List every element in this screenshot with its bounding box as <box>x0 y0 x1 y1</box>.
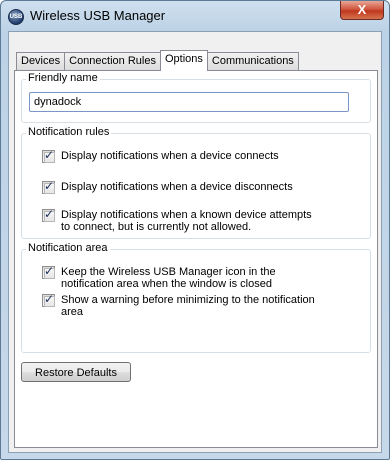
connect-notification-label: Display notifications when a device conn… <box>61 150 279 162</box>
friendly-name-legend: Friendly name <box>26 72 100 84</box>
tab-connection-rules[interactable]: Connection Rules <box>64 52 161 70</box>
disconnect-notification-option[interactable]: ✓ Display notifications when a device di… <box>42 179 293 194</box>
minimize-warning-checkbox[interactable]: ✓ <box>42 292 55 307</box>
minimize-warning-option[interactable]: ✓ Show a warning before minimizing to th… <box>42 292 315 318</box>
disconnect-notification-label: Display notifications when a device disc… <box>61 181 293 193</box>
checkmark-icon: ✓ <box>44 148 55 162</box>
checkmark-icon: ✓ <box>44 292 55 306</box>
tab-options[interactable]: Options <box>159 50 208 71</box>
notification-rules-legend: Notification rules <box>26 126 112 138</box>
notification-area-legend: Notification area <box>26 242 110 254</box>
app-window: USB Wireless USB Manager X Devices Conne… <box>0 0 390 460</box>
wireless-usb-icon: USB <box>8 9 24 25</box>
checkmark-icon: ✓ <box>44 179 55 193</box>
checkmark-icon: ✓ <box>44 207 55 221</box>
blocked-device-notification-label: Display notifications when a known devic… <box>61 209 312 233</box>
window-title: Wireless USB Manager <box>30 8 166 23</box>
disconnect-notification-checkbox[interactable]: ✓ <box>42 179 55 194</box>
tab-strip: Devices Connection Rules Options Communi… <box>16 50 299 71</box>
tab-devices[interactable]: Devices <box>16 52 66 70</box>
restore-defaults-button[interactable]: Restore Defaults <box>21 362 131 382</box>
friendly-name-group: Friendly name <box>21 72 371 123</box>
close-button[interactable]: X <box>340 1 384 20</box>
notification-area-group: Notification area ✓ Keep the Wireless US… <box>21 242 371 353</box>
notification-rules-group: Notification rules ✓ Display notificatio… <box>21 126 371 239</box>
tab-communications[interactable]: Communications <box>206 52 299 70</box>
checkmark-icon: ✓ <box>44 264 55 278</box>
client-area: Devices Connection Rules Options Communi… <box>8 31 382 453</box>
options-panel: Friendly name Notification rules ✓ Displ… <box>14 70 378 448</box>
minimize-warning-label: Show a warning before minimizing to the … <box>61 294 315 318</box>
friendly-name-input[interactable] <box>29 92 349 112</box>
connect-notification-checkbox[interactable]: ✓ <box>42 148 55 163</box>
blocked-device-notification-checkbox[interactable]: ✓ <box>42 207 55 222</box>
connect-notification-option[interactable]: ✓ Display notifications when a device co… <box>42 148 279 163</box>
keep-tray-icon-label: Keep the Wireless USB Manager icon in th… <box>61 266 276 290</box>
blocked-device-notification-option[interactable]: ✓ Display notifications when a known dev… <box>42 207 312 233</box>
keep-tray-icon-checkbox[interactable]: ✓ <box>42 264 55 279</box>
title-bar[interactable]: USB Wireless USB Manager X <box>1 1 389 31</box>
keep-tray-icon-option[interactable]: ✓ Keep the Wireless USB Manager icon in … <box>42 264 276 290</box>
